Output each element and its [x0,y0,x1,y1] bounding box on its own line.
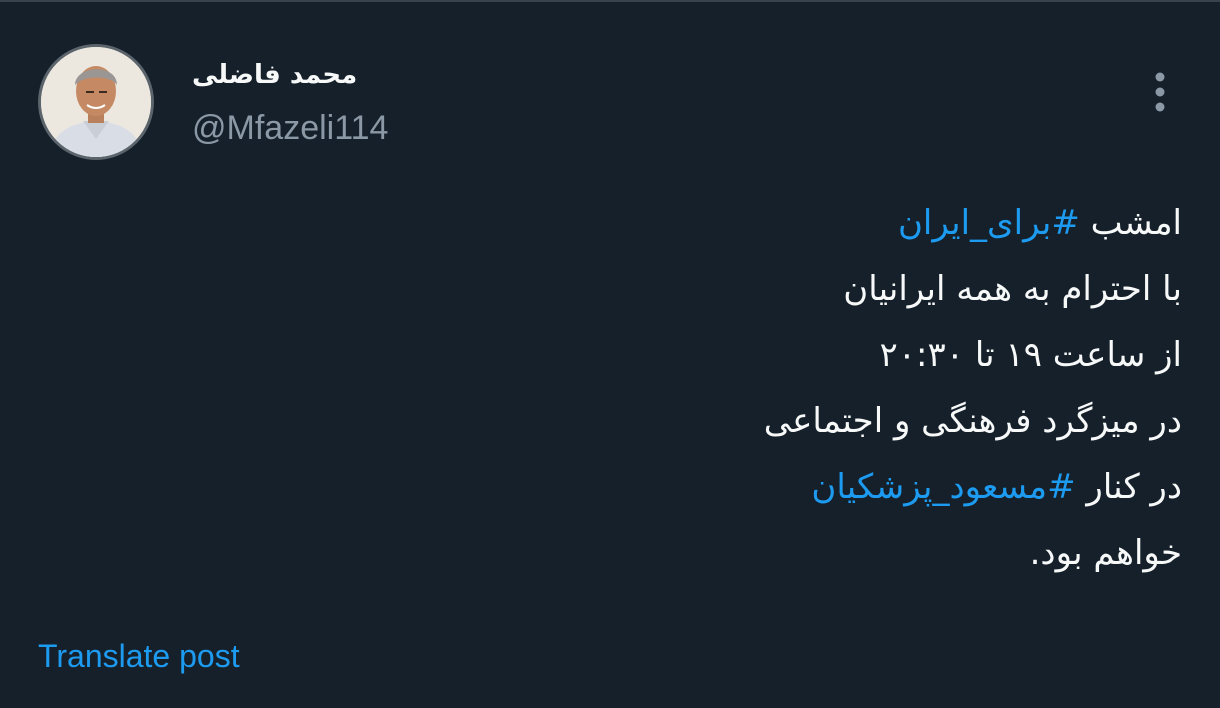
author-handle[interactable]: @Mfazeli114 [192,108,388,148]
tweet-line: از ساعت ۱۹ تا ۲۰:۳۰ [879,335,1183,375]
more-options-button[interactable] [1140,68,1180,116]
hashtag-link[interactable]: #برای_ایران [898,203,1080,243]
hashtag-link[interactable]: #مسعود_پزشکیان [811,467,1075,507]
more-vertical-icon [1155,72,1165,112]
author-display-name[interactable]: محمد فاضلی [192,58,357,92]
avatar[interactable] [38,44,154,160]
translate-post-link[interactable]: Translate post [38,636,240,676]
tweet-text-segment: در کنار [1075,467,1182,507]
tweet-line: با احترام به همه ایرانیان [843,269,1182,309]
tweet-line: در کنار #مسعود_پزشکیان [382,454,1182,520]
tweet-line: خواهم بود. [1029,533,1182,573]
tweet-text: امشب #برای_ایران با احترام به همه ایرانی… [382,190,1182,586]
tweet-line: در میزگرد فرهنگی و اجتماعی [763,401,1182,441]
tweet-text-segment: امشب [1079,203,1182,243]
tweet-line: امشب #برای_ایران [382,190,1182,256]
profile-photo-icon [41,47,151,157]
top-divider [0,0,1220,2]
